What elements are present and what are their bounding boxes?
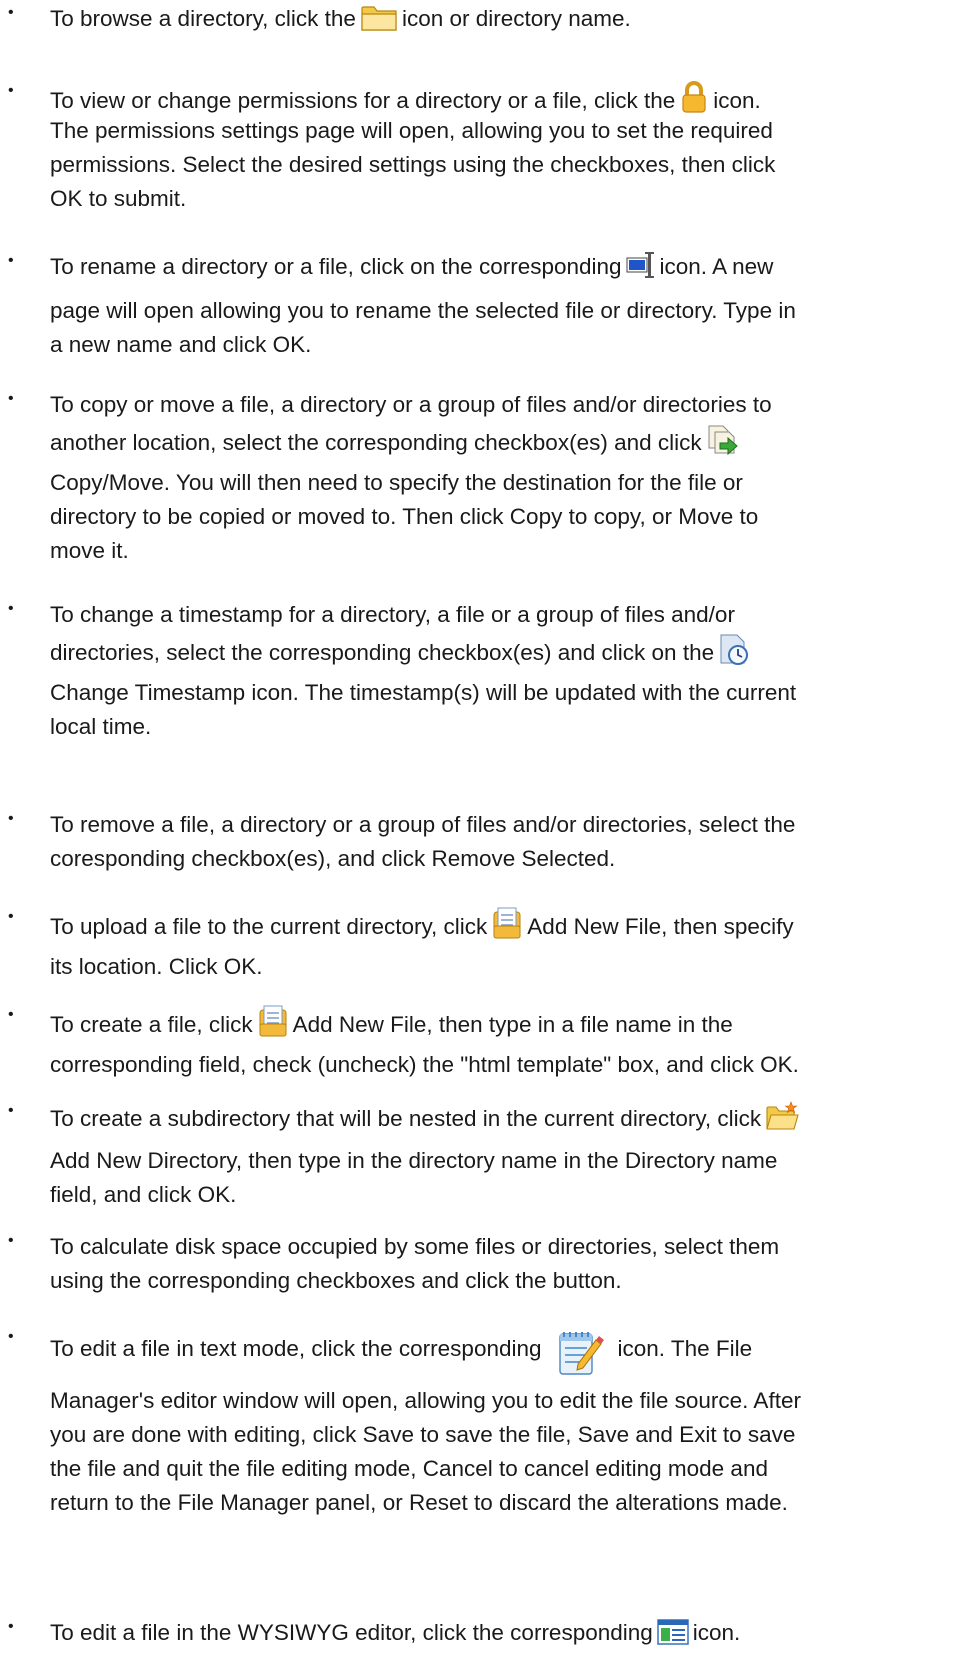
rename-icon[interactable] (626, 250, 656, 280)
bullet: • (8, 908, 14, 925)
bullet: • (8, 252, 14, 269)
add-file-icon[interactable] (491, 906, 523, 940)
timestamp-icon[interactable] (718, 632, 750, 666)
folder-icon[interactable] (360, 2, 398, 32)
bullet: • (8, 600, 14, 617)
bullet: • (8, 1102, 14, 1119)
bullet: • (8, 810, 14, 827)
bullet: • (8, 1328, 14, 1345)
wysiwyg-editor-icon[interactable] (657, 1618, 689, 1646)
copy-move-icon[interactable] (706, 422, 740, 456)
bullet: • (8, 4, 14, 21)
add-file-icon[interactable] (257, 1004, 289, 1038)
add-directory-icon[interactable] (765, 1100, 799, 1132)
bullet: • (8, 1006, 14, 1023)
bullet: • (8, 1232, 14, 1249)
lock-icon[interactable] (679, 80, 709, 114)
bullet: • (8, 1618, 14, 1635)
bullet: • (8, 82, 14, 99)
text-editor-icon[interactable] (556, 1326, 604, 1378)
bullet: • (8, 390, 14, 407)
help-document: • To browse a directory, click the icon o… (8, 2, 801, 1646)
